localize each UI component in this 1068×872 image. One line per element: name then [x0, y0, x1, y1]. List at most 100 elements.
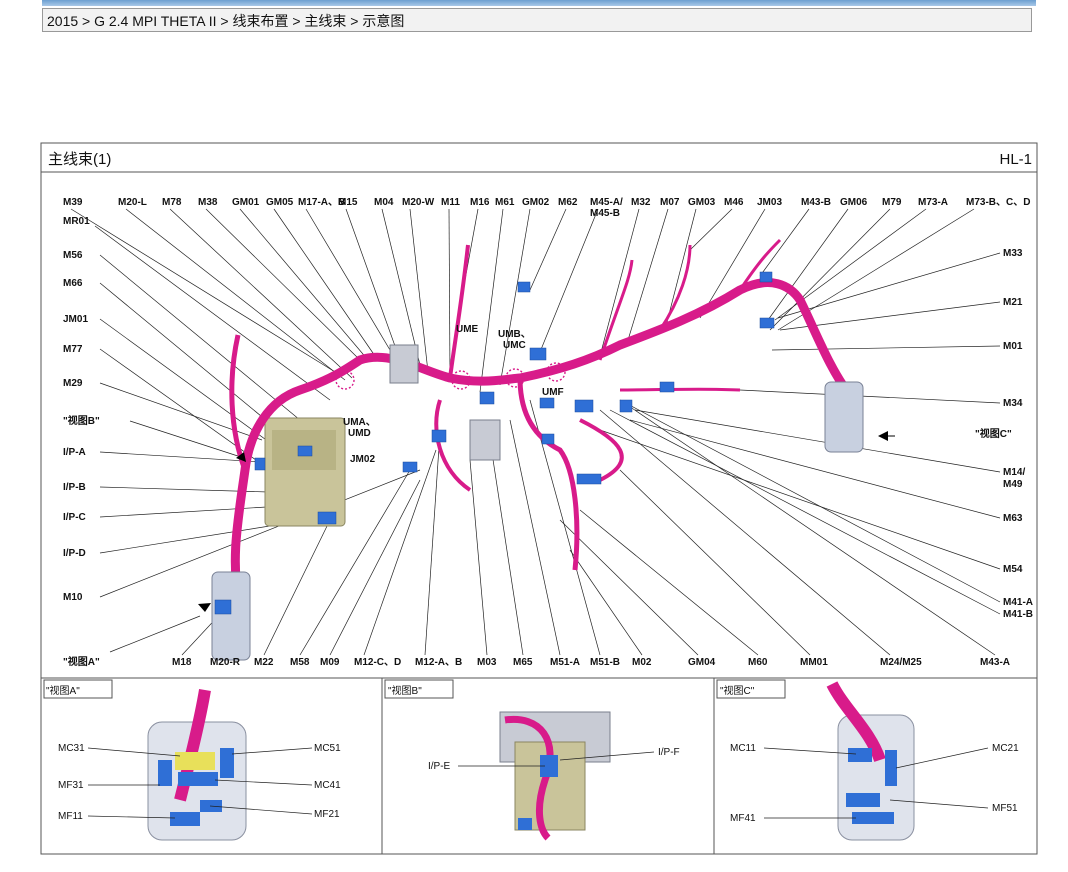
label-m29: M29: [63, 378, 83, 389]
label-umc: UMC: [503, 340, 526, 351]
label-m04: M04: [374, 197, 394, 208]
header-title: 主线束(1): [48, 151, 111, 168]
label-m01: M01: [1003, 341, 1023, 352]
header-code: HL-1: [999, 151, 1032, 168]
harness-branch-m11: [448, 244, 470, 379]
label-m79: M79: [882, 197, 902, 208]
label-m24-m25: M24/M25: [880, 657, 922, 668]
label-i-p-b: I/P-B: [63, 482, 86, 493]
label-m78: M78: [162, 197, 182, 208]
label-ume: UME: [456, 324, 479, 335]
view-a-mf11: MF11: [58, 811, 83, 822]
label-m51-b: M51-B: [590, 657, 620, 668]
view-b-ipf: I/P-F: [658, 747, 680, 758]
label-m18: M18: [172, 657, 192, 668]
harness-branch-m54: [579, 418, 624, 482]
label-m63: M63: [1003, 513, 1023, 524]
label-m58: M58: [290, 657, 310, 668]
label-m43-a: M43-A: [980, 657, 1010, 668]
label-m11: M11: [441, 197, 460, 208]
view-c-panel: "视图C" MC11 MF41 MC21 MF51: [716, 679, 1019, 841]
label-m12-c-d: M12-C、D: [354, 657, 401, 668]
label-m02: M02: [632, 657, 652, 668]
label-m14-: M14/: [1003, 467, 1025, 478]
view-a-mf21: MF21: [314, 809, 340, 820]
label-m41-b: M41-B: [1003, 609, 1033, 620]
label--c-: "视图C": [975, 427, 1012, 440]
harness-branch-center: [434, 399, 472, 492]
view-c-mc21: MC21: [992, 743, 1019, 754]
view-c-bracket: [824, 381, 864, 453]
label-m49: M49: [1003, 479, 1023, 490]
label-m39: M39: [63, 197, 83, 208]
view-a-bracket: [211, 571, 251, 661]
label-m61: M61: [495, 197, 515, 208]
label-jm01: JM01: [63, 314, 88, 325]
label-m22: M22: [254, 657, 274, 668]
label-m56: M56: [63, 250, 83, 261]
label-m33: M33: [1003, 248, 1023, 259]
label-m45-a-: M45-A/: [590, 197, 623, 208]
label-gm01: GM01: [232, 197, 260, 208]
view-c-mf51: MF51: [992, 803, 1018, 814]
label-i-p-d: I/P-D: [63, 548, 86, 559]
harness-branch-m34: [619, 387, 741, 392]
label-umf: UMF: [542, 387, 564, 398]
label-m15: M15: [338, 197, 358, 208]
view-c-title: "视图C": [720, 684, 755, 697]
view-a-arrow-head: [198, 603, 211, 612]
view-a-mc31: MC31: [58, 743, 85, 754]
view-a-mc51: MC51: [314, 743, 341, 754]
label-m54: M54: [1003, 564, 1023, 575]
label-m20-l: M20-L: [118, 197, 147, 208]
view-c-mf41: MF41: [730, 813, 756, 824]
label-umd: UMD: [348, 428, 371, 439]
label-m51-a: M51-A: [550, 657, 580, 668]
view-a-panel: "视图A" MC31 MF31 MF11 MC51 MC41 MF21: [43, 679, 341, 841]
label-m09: M09: [320, 657, 340, 668]
label-m60: M60: [748, 657, 768, 668]
label-m21: M21: [1003, 297, 1023, 308]
label-gm05: GM05: [266, 197, 294, 208]
label-i-p-c: I/P-C: [63, 512, 86, 523]
label-jm02: JM02: [350, 454, 375, 465]
label-m65: M65: [513, 657, 533, 668]
harness-branch-left: [229, 334, 248, 471]
label-gm06: GM06: [840, 197, 868, 208]
label-m12-a-b: M12-A、B: [415, 657, 462, 668]
main-harness-illustration: [198, 238, 895, 661]
label-m20-w: M20-W: [402, 197, 435, 208]
label-m46: M46: [724, 197, 744, 208]
label-m03: M03: [477, 657, 497, 668]
view-c-mc11: MC11: [730, 743, 756, 754]
label-mm01: MM01: [800, 657, 828, 668]
view-a-title: "视图A": [46, 684, 80, 697]
label-m16: M16: [470, 197, 490, 208]
view-a-mf31: MF31: [58, 780, 84, 791]
label-m73-a: M73-A: [918, 197, 948, 208]
label-i-p-a: I/P-A: [63, 447, 86, 458]
label-m10: M10: [63, 592, 83, 603]
label-m32: M32: [631, 197, 651, 208]
view-b-panel: "视图B" I/P-E I/P-F: [384, 679, 680, 841]
view-a-label-sticker: [175, 752, 215, 770]
view-b-ipe: I/P-E: [428, 761, 451, 772]
label--b-: "视图B": [63, 414, 100, 427]
label-m45-b: M45-B: [590, 208, 620, 219]
view-c-arrow-head: [878, 431, 888, 441]
left-relay-box: [389, 344, 419, 384]
label-m38: M38: [198, 197, 218, 208]
label-m62: M62: [558, 197, 578, 208]
label-jm03: JM03: [757, 197, 782, 208]
view-a-mc41: MC41: [314, 780, 341, 791]
label-mr01: MR01: [63, 216, 90, 227]
label-umb-: UMB、: [498, 329, 531, 340]
label-uma-: UMA、: [343, 417, 376, 428]
label-gm03: GM03: [688, 197, 716, 208]
label-m43-b: M43-B: [801, 197, 831, 208]
label-m66: M66: [63, 278, 83, 289]
label--a-: "视图A": [63, 655, 100, 668]
center-relay-box: [469, 419, 501, 461]
label-m77: M77: [63, 344, 83, 355]
label-gm02: GM02: [522, 197, 550, 208]
